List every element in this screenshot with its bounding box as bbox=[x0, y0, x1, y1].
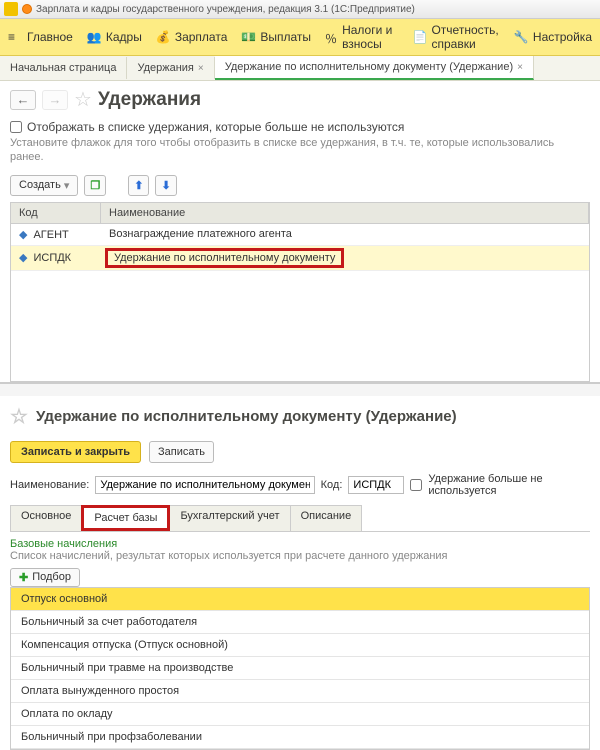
app-logo-icon bbox=[4, 2, 18, 16]
create-button[interactable]: Создать▾ bbox=[10, 175, 78, 196]
deductions-list-page: ← → ☆ Удержания Отображать в списке удер… bbox=[0, 81, 600, 384]
list-item[interactable]: Больничный за счет работодателя bbox=[11, 611, 589, 634]
list-item[interactable]: Отпуск основной bbox=[11, 588, 589, 611]
list-item[interactable]: Оплата вынужденного простоя bbox=[11, 680, 589, 703]
tab-accounting[interactable]: Бухгалтерский учет bbox=[169, 505, 290, 531]
tab-deductions-list[interactable]: Удержания× bbox=[127, 57, 214, 79]
arrow-down-icon: ⬇ bbox=[161, 179, 170, 192]
menu-taxes[interactable]: ％Налоги и взносы bbox=[325, 23, 398, 51]
list-item[interactable]: Оплата по окладу bbox=[11, 703, 589, 726]
move-up-button[interactable]: ⬆ bbox=[128, 175, 149, 196]
list-item[interactable]: Больничный при травме на производстве bbox=[11, 657, 589, 680]
menu-reports[interactable]: 📄Отчетность, справки bbox=[412, 23, 499, 51]
pick-button[interactable]: ✚Подбор bbox=[10, 568, 80, 587]
code-input[interactable] bbox=[348, 476, 404, 494]
highlighted-name: Удержание по исполнительному документу bbox=[105, 248, 344, 268]
window-title: Зарплата и кадры государственного учрежд… bbox=[36, 4, 415, 15]
copy-button[interactable]: ❐ bbox=[84, 175, 106, 196]
page-title: Удержания bbox=[98, 89, 201, 111]
bars-icon: ≡ bbox=[8, 30, 22, 44]
percent-icon: ％ bbox=[325, 30, 337, 44]
doc-icon: 📄 bbox=[412, 30, 426, 44]
deductions-grid[interactable]: Код Наименование ◆АГЕНТ Вознаграждение п… bbox=[10, 202, 590, 382]
menu-payments[interactable]: 💵Выплаты bbox=[241, 30, 311, 44]
close-icon[interactable]: × bbox=[198, 63, 204, 74]
forward-button[interactable]: → bbox=[42, 90, 68, 110]
menu-settings[interactable]: 🔧Настройка bbox=[514, 30, 592, 44]
people-icon: 👥 bbox=[87, 30, 101, 44]
wallet-icon: 💰 bbox=[156, 30, 170, 44]
app-orb-icon bbox=[22, 4, 32, 14]
copy-icon: ❐ bbox=[90, 179, 100, 192]
col-name[interactable]: Наименование bbox=[101, 203, 589, 223]
deduction-form: ☆ Удержание по исполнительному документу… bbox=[0, 396, 600, 750]
base-accruals-list[interactable]: Отпуск основной Больничный за счет работ… bbox=[10, 587, 590, 750]
arrow-up-icon: ⬆ bbox=[134, 179, 143, 192]
name-input[interactable] bbox=[95, 476, 314, 494]
show-unused-checkbox[interactable] bbox=[10, 121, 22, 133]
tab-deduction-doc[interactable]: Удержание по исполнительному документу (… bbox=[215, 56, 534, 80]
menu-home[interactable]: ≡Главное bbox=[8, 30, 73, 44]
back-button[interactable]: ← bbox=[10, 90, 36, 110]
favorite-icon[interactable]: ☆ bbox=[10, 404, 28, 429]
wrench-icon: 🔧 bbox=[514, 30, 528, 44]
list-item[interactable]: Больничный при профзаболевании bbox=[11, 726, 589, 749]
hint-text: Установите флажок для того чтобы отобраз… bbox=[10, 136, 590, 165]
form-title: Удержание по исполнительному документу (… bbox=[36, 408, 457, 425]
tab-description[interactable]: Описание bbox=[290, 505, 363, 531]
list-item[interactable]: Компенсация отпуска (Отпуск основной) bbox=[11, 634, 589, 657]
show-unused-label: Отображать в списке удержания, которые б… bbox=[27, 120, 404, 134]
grid-row[interactable]: ◆ИСПДК Удержание по исполнительному доку… bbox=[11, 246, 589, 271]
row-marker-icon: ◆ bbox=[19, 252, 27, 264]
col-code[interactable]: Код bbox=[11, 203, 101, 223]
cash-icon: 💵 bbox=[241, 30, 255, 44]
save-button[interactable]: Записать bbox=[149, 441, 214, 463]
name-label: Наименование: bbox=[10, 479, 89, 491]
save-close-button[interactable]: Записать и закрыть bbox=[10, 441, 141, 463]
close-icon[interactable]: × bbox=[517, 62, 523, 73]
menu-personnel[interactable]: 👥Кадры bbox=[87, 30, 142, 44]
base-description: Список начислений, результат которых исп… bbox=[10, 550, 590, 562]
unused-checkbox[interactable] bbox=[410, 479, 422, 491]
tab-start-page[interactable]: Начальная страница bbox=[0, 57, 127, 79]
code-label: Код: bbox=[321, 479, 343, 491]
menu-salary[interactable]: 💰Зарплата bbox=[156, 30, 228, 44]
tab-base-calc[interactable]: Расчет базы bbox=[81, 505, 170, 531]
move-down-button[interactable]: ⬇ bbox=[155, 175, 176, 196]
unused-label: Удержание больше не используется bbox=[428, 473, 590, 497]
tab-main[interactable]: Основное bbox=[10, 505, 82, 531]
document-tabs: Начальная страница Удержания× Удержание … bbox=[0, 56, 600, 81]
favorite-icon[interactable]: ☆ bbox=[74, 87, 92, 112]
base-header: Базовые начисления bbox=[10, 538, 590, 550]
form-tabs: Основное Расчет базы Бухгалтерский учет … bbox=[10, 505, 590, 532]
plus-icon: ✚ bbox=[19, 571, 28, 584]
grid-row[interactable]: ◆АГЕНТ Вознаграждение платежного агента bbox=[11, 224, 589, 246]
main-menu: ≡Главное 👥Кадры 💰Зарплата 💵Выплаты ％Нало… bbox=[0, 19, 600, 56]
window-titlebar: Зарплата и кадры государственного учрежд… bbox=[0, 0, 600, 19]
row-marker-icon: ◆ bbox=[19, 229, 27, 241]
